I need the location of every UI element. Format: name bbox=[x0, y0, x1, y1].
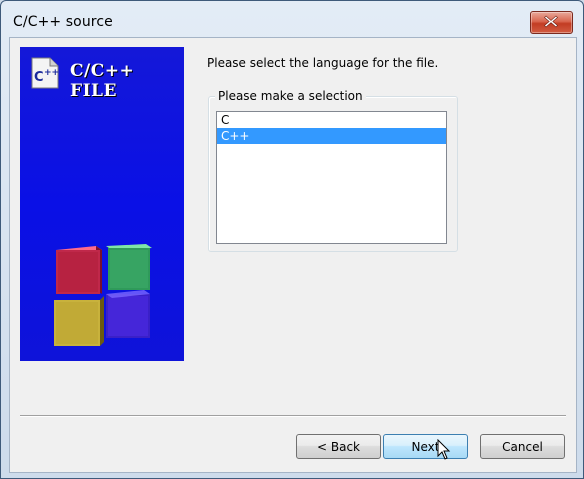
selection-group-label: Please make a selection bbox=[215, 89, 366, 103]
mouse-cursor-icon bbox=[437, 439, 451, 460]
window-title: C/C++ source bbox=[13, 14, 113, 30]
wizard-window: C/C++ source C ++ C/C++ FILE Please sele… bbox=[0, 0, 584, 479]
svg-text:C: C bbox=[34, 70, 44, 85]
next-button[interactable]: Next bbox=[383, 434, 468, 459]
instruction-text: Please select the language for the file. bbox=[207, 56, 439, 70]
button-separator bbox=[20, 415, 566, 417]
wizard-banner: C ++ C/C++ FILE bbox=[20, 47, 184, 361]
wizard-client-area: C ++ C/C++ FILE Please select the langua… bbox=[9, 37, 577, 473]
cpp-file-icon: C ++ bbox=[31, 57, 59, 89]
svg-text:++: ++ bbox=[44, 68, 59, 78]
banner-title: C/C++ FILE bbox=[70, 61, 135, 101]
cancel-button[interactable]: Cancel bbox=[480, 434, 565, 459]
list-item-cpp[interactable]: C++ bbox=[217, 128, 446, 144]
colored-cubes-art bbox=[54, 244, 152, 346]
close-button[interactable] bbox=[530, 11, 573, 34]
language-listbox[interactable]: C C++ bbox=[216, 111, 447, 244]
back-button[interactable]: < Back bbox=[296, 434, 381, 459]
list-item-c[interactable]: C bbox=[217, 112, 446, 128]
close-icon bbox=[544, 15, 558, 28]
